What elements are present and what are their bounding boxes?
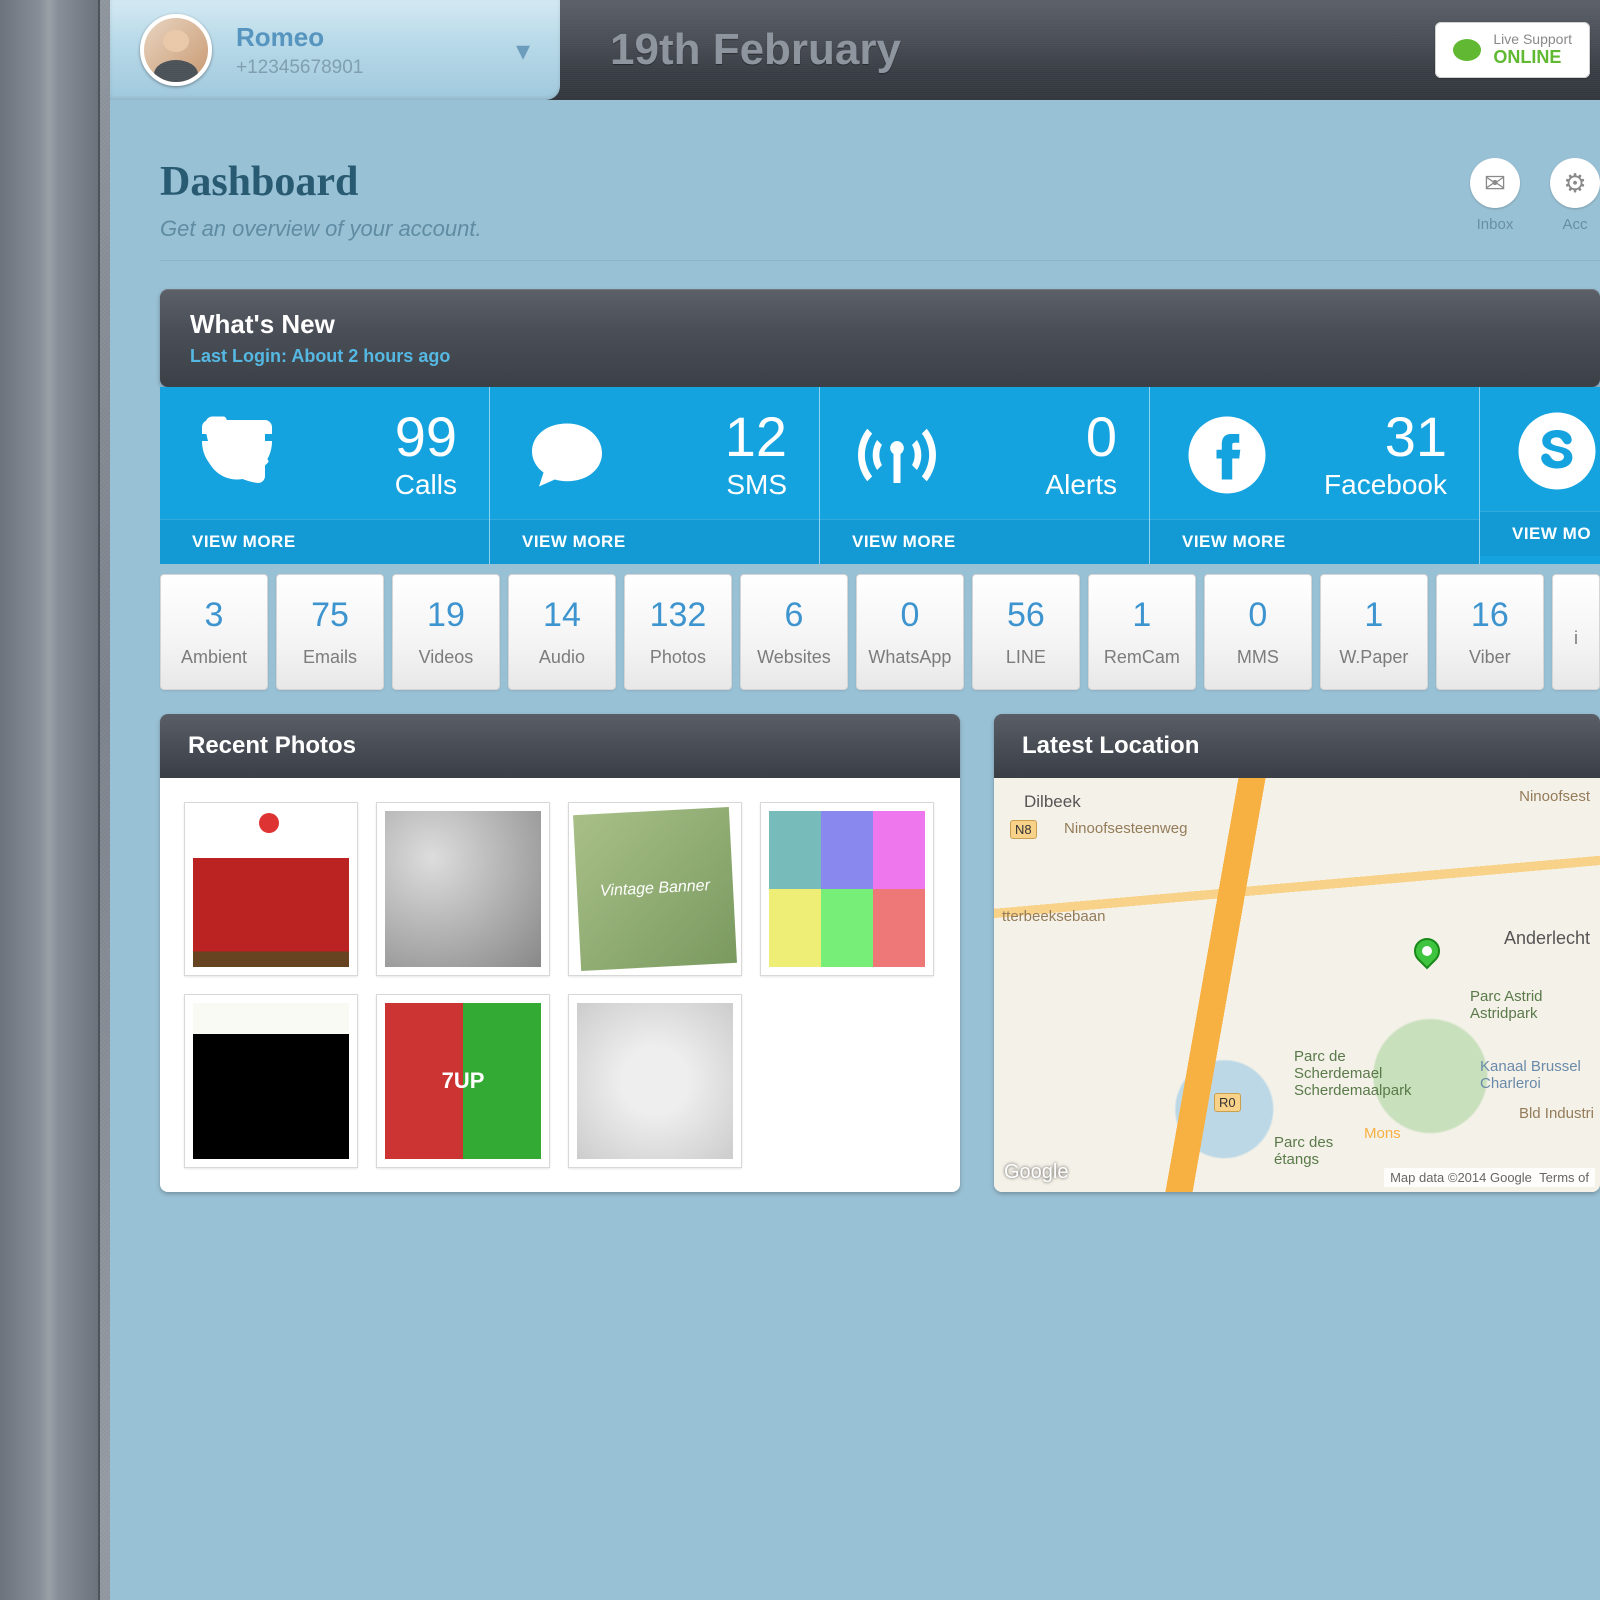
map-route-badge: R0 — [1214, 1093, 1241, 1112]
map-place-label: Dilbeek — [1024, 792, 1081, 812]
tile-count: 31 — [1324, 409, 1447, 465]
map-provider-logo: Google — [1004, 1161, 1069, 1184]
tile-facebook[interactable]: 31 Facebook VIEW MORE — [1150, 387, 1480, 564]
facebook-icon — [1182, 413, 1272, 497]
map-park-label: Parc Astrid Astridpark — [1470, 988, 1580, 1022]
tile-count: 99 — [395, 409, 457, 465]
mini-viber[interactable]: 16Viber — [1436, 574, 1544, 690]
last-login: Last Login: About 2 hours ago — [190, 346, 1570, 367]
map-park-label: Parc des étangs — [1274, 1134, 1354, 1168]
mini-remcam[interactable]: 1RemCam — [1088, 574, 1196, 690]
view-more-link[interactable]: VIEW MO — [1480, 511, 1600, 556]
map-place-label: Anderlecht — [1504, 928, 1590, 949]
map-road-label: Mons — [1364, 1125, 1401, 1142]
live-support-button[interactable]: Live Support ONLINE — [1435, 22, 1590, 77]
mini-audio[interactable]: 14Audio — [508, 574, 616, 690]
page-subtitle: Get an overview of your account. — [160, 216, 482, 242]
tile-count: 12 — [725, 409, 787, 465]
map-canal-label: Kanaal Brussel Charleroi — [1480, 1058, 1590, 1092]
map-park-label: Parc de Scherdemael Scherdemaalpark — [1294, 1048, 1434, 1099]
photo-thumb[interactable] — [568, 994, 742, 1168]
tile-count: 0 — [1045, 409, 1117, 465]
chevron-down-icon[interactable]: ▾ — [516, 34, 530, 67]
account-label: Acc — [1550, 216, 1600, 233]
mini-whatsapp[interactable]: 0WhatsApp — [856, 574, 964, 690]
mini-stats-row: 3Ambient 75Emails 19Videos 14Audio 132Ph… — [160, 574, 1600, 690]
account-settings-button[interactable]: ⚙ Acc — [1550, 158, 1600, 233]
mini-mms[interactable]: 0MMS — [1204, 574, 1312, 690]
recent-photos-title: Recent Photos — [160, 714, 960, 778]
account-name: Romeo — [236, 22, 363, 53]
latest-location-title: Latest Location — [994, 714, 1600, 778]
mini-ambient[interactable]: 3Ambient — [160, 574, 268, 690]
live-support-label: Live Support — [1493, 32, 1572, 47]
mini-photos[interactable]: 132Photos — [624, 574, 732, 690]
tile-calls[interactable]: 99 Calls VIEW MORE — [160, 387, 490, 564]
page-title: Dashboard — [160, 158, 482, 206]
inbox-label: Inbox — [1470, 216, 1520, 233]
header-date: 19th February — [610, 25, 901, 75]
mini-websites[interactable]: 6Websites — [740, 574, 848, 690]
map[interactable]: Dilbeek Anderlecht Ninoofsesteenweg tter… — [994, 778, 1600, 1192]
account-phone: +12345678901 — [236, 57, 363, 79]
summary-tiles: 99 Calls VIEW MORE 12 SMS — [160, 387, 1600, 564]
view-more-link[interactable]: VIEW MORE — [490, 519, 819, 564]
view-more-link[interactable]: VIEW MORE — [160, 519, 489, 564]
mini-videos[interactable]: 19Videos — [392, 574, 500, 690]
photo-thumb[interactable] — [184, 802, 358, 976]
photo-thumb[interactable]: 7UP — [376, 994, 550, 1168]
divider — [160, 260, 1600, 261]
gear-icon: ⚙ — [1550, 158, 1600, 208]
tile-alerts[interactable]: 0 Alerts VIEW MORE — [820, 387, 1150, 564]
antenna-icon — [852, 413, 942, 497]
inbox-button[interactable]: ✉ Inbox — [1470, 158, 1520, 233]
live-support-status: ONLINE — [1493, 48, 1572, 68]
tile-label: SMS — [725, 469, 787, 501]
map-road-label: Ninoofsesteenweg — [1064, 820, 1187, 837]
phone-icon — [192, 413, 282, 497]
recent-photos-card: Recent Photos Vintage Banner 7UP — [160, 714, 960, 1192]
map-pin-icon — [1409, 933, 1446, 970]
photo-thumb[interactable] — [376, 802, 550, 976]
map-route-badge: N8 — [1010, 820, 1037, 839]
photo-thumb[interactable] — [760, 802, 934, 976]
mini-line[interactable]: 56LINE — [972, 574, 1080, 690]
skype-icon — [1512, 409, 1600, 493]
photo-thumb[interactable] — [184, 994, 358, 1168]
tile-skype[interactable]: VIEW MO — [1480, 387, 1600, 564]
latest-location-card: Latest Location Dilbeek Anderlecht Ninoo… — [994, 714, 1600, 1192]
chat-icon — [522, 413, 612, 497]
envelope-icon: ✉ — [1470, 158, 1520, 208]
map-road-label: Bld Industri — [1519, 1105, 1594, 1122]
chat-bubble-icon — [1453, 39, 1481, 61]
map-road-label: tterbeeksebaan — [1002, 908, 1105, 925]
mini-wpaper[interactable]: 1W.Paper — [1320, 574, 1428, 690]
mini-emails[interactable]: 75Emails — [276, 574, 384, 690]
whats-new-panel: What's New Last Login: About 2 hours ago — [160, 289, 1600, 387]
tile-label: Calls — [395, 469, 457, 501]
view-more-link[interactable]: VIEW MORE — [820, 519, 1149, 564]
left-sidebar-rail — [0, 0, 100, 1600]
top-bar: Romeo +12345678901 ▾ 19th February Live … — [110, 0, 1600, 100]
photo-thumb[interactable]: Vintage Banner — [568, 802, 742, 976]
tile-label: Alerts — [1045, 469, 1117, 501]
whats-new-title: What's New — [190, 309, 1570, 340]
avatar — [140, 14, 212, 86]
tile-sms[interactable]: 12 SMS VIEW MORE — [490, 387, 820, 564]
mini-more[interactable]: i — [1552, 574, 1600, 690]
map-attribution: Map data ©2014 Google Terms of — [1384, 1168, 1595, 1187]
map-road-label: Ninoofsest — [1519, 788, 1590, 805]
tile-label: Facebook — [1324, 469, 1447, 501]
account-switcher[interactable]: Romeo +12345678901 ▾ — [110, 0, 560, 100]
view-more-link[interactable]: VIEW MORE — [1150, 519, 1479, 564]
